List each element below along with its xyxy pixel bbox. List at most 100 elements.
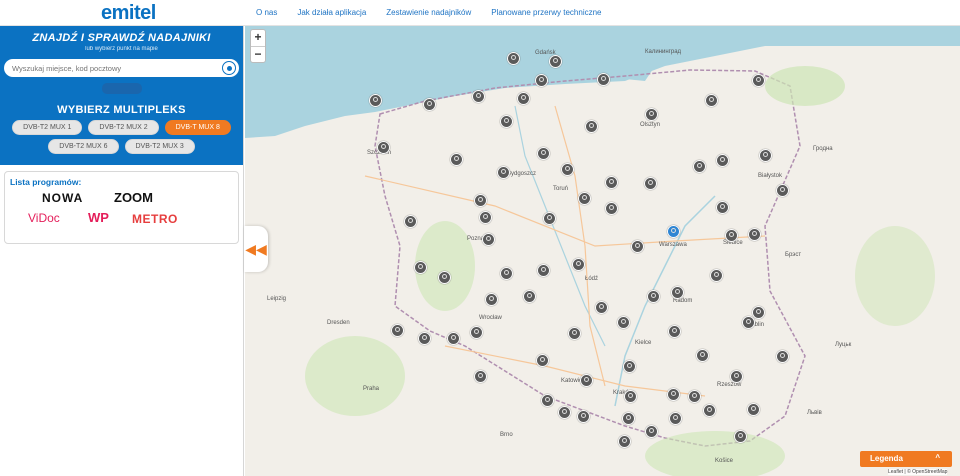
- mux-button-dvbt-mux8[interactable]: DVB-T MUX 8: [164, 120, 231, 135]
- transmitter-marker[interactable]: [595, 301, 608, 314]
- transmitter-marker[interactable]: [716, 201, 729, 214]
- transmitter-marker[interactable]: [377, 141, 390, 154]
- mux-button-dvbt2-mux6[interactable]: DVB-T2 MUX 6: [48, 139, 119, 154]
- transmitter-marker[interactable]: [668, 325, 681, 338]
- search-input[interactable]: [12, 63, 222, 73]
- mux-button-dvbt2-mux2[interactable]: DVB-T2 MUX 2: [88, 120, 159, 135]
- transmitter-marker[interactable]: [580, 374, 593, 387]
- transmitter-marker[interactable]: [742, 316, 755, 329]
- transmitter-marker[interactable]: [693, 160, 706, 173]
- transmitter-marker[interactable]: [423, 98, 436, 111]
- transmitter-marker[interactable]: [776, 184, 789, 197]
- transmitter-marker[interactable]: [725, 229, 738, 242]
- transmitter-marker[interactable]: [617, 316, 630, 329]
- legend-button[interactable]: Legenda ^: [860, 451, 952, 467]
- transmitter-marker[interactable]: [568, 327, 581, 340]
- transmitter-marker[interactable]: [414, 261, 427, 274]
- transmitter-marker[interactable]: [578, 192, 591, 205]
- transmitter-marker[interactable]: [561, 163, 574, 176]
- transmitter-marker[interactable]: [667, 388, 680, 401]
- transmitter-marker[interactable]: [647, 290, 660, 303]
- transmitter-marker[interactable]: [671, 286, 684, 299]
- transmitter-marker[interactable]: [645, 425, 658, 438]
- transmitter-marker[interactable]: [541, 394, 554, 407]
- zoom-in-button[interactable]: +: [251, 30, 265, 46]
- nav-jak-dziala[interactable]: Jak działa aplikacja: [297, 8, 366, 17]
- transmitter-marker[interactable]: [482, 233, 495, 246]
- transmitter-marker[interactable]: [730, 370, 743, 383]
- transmitter-marker[interactable]: [497, 166, 510, 179]
- transmitter-marker[interactable]: [537, 147, 550, 160]
- nav-o-nas[interactable]: O nas: [256, 8, 277, 17]
- transmitter-marker[interactable]: [507, 52, 520, 65]
- transmitter-marker[interactable]: [752, 306, 765, 319]
- transmitter-marker-warszawa[interactable]: [667, 225, 680, 238]
- transmitter-marker[interactable]: [558, 406, 571, 419]
- locate-icon[interactable]: [222, 61, 236, 75]
- transmitter-marker[interactable]: [517, 92, 530, 105]
- transmitter-marker[interactable]: [369, 94, 382, 107]
- transmitter-marker[interactable]: [472, 90, 485, 103]
- transmitter-marker[interactable]: [605, 202, 618, 215]
- transmitter-marker[interactable]: [703, 404, 716, 417]
- transmitter-marker[interactable]: [748, 228, 761, 241]
- zoom-out-button[interactable]: −: [251, 46, 265, 62]
- transmitter-marker[interactable]: [474, 370, 487, 383]
- transmitter-marker[interactable]: [669, 412, 682, 425]
- transmitter-marker[interactable]: [645, 108, 658, 121]
- transmitter-marker[interactable]: [577, 410, 590, 423]
- transmitter-marker[interactable]: [537, 264, 550, 277]
- nav-przerwy[interactable]: Planowane przerwy techniczne: [491, 8, 601, 17]
- transmitter-marker[interactable]: [479, 211, 492, 224]
- metro-logo: METRO: [132, 212, 178, 226]
- transmitter-marker[interactable]: [776, 350, 789, 363]
- transmitter-marker[interactable]: [597, 73, 610, 86]
- transmitter-marker[interactable]: [752, 74, 765, 87]
- transmitter-marker[interactable]: [391, 324, 404, 337]
- transmitter-marker[interactable]: [716, 154, 729, 167]
- transmitter-marker[interactable]: [438, 271, 451, 284]
- transmitter-marker[interactable]: [747, 403, 760, 416]
- transmitter-marker[interactable]: [450, 153, 463, 166]
- nav-zestawienie[interactable]: Zestawienie nadajników: [386, 8, 471, 17]
- emitel-logo[interactable]: emitel: [101, 2, 156, 25]
- transmitter-marker[interactable]: [624, 390, 637, 403]
- transmitter-marker[interactable]: [523, 290, 536, 303]
- search-button[interactable]: [101, 83, 142, 94]
- transmitter-marker[interactable]: [622, 412, 635, 425]
- transmitter-marker[interactable]: [585, 120, 598, 133]
- transmitter-marker[interactable]: [759, 149, 772, 162]
- transmitter-marker[interactable]: [549, 55, 562, 68]
- transmitter-marker[interactable]: [572, 258, 585, 271]
- transmitter-marker[interactable]: [710, 269, 723, 282]
- transmitter-marker[interactable]: [623, 360, 636, 373]
- city-label: Košice: [715, 458, 734, 464]
- transmitter-marker[interactable]: [447, 332, 460, 345]
- transmitter-marker[interactable]: [404, 215, 417, 228]
- transmitter-marker[interactable]: [474, 194, 487, 207]
- transmitter-marker[interactable]: [696, 349, 709, 362]
- mux-button-dvbt2-mux1[interactable]: DVB-T2 MUX 1: [12, 120, 83, 135]
- program-list: Lista programów: NOWA ZOOM ViDoc WP METR…: [4, 171, 239, 244]
- collapse-sidebar-button[interactable]: ◀◀: [244, 226, 268, 272]
- map-attribution[interactable]: Leaflet | © OpenStreetMap: [888, 469, 948, 475]
- transmitter-marker[interactable]: [605, 176, 618, 189]
- city-label: Wrocław: [479, 315, 502, 321]
- transmitter-marker[interactable]: [618, 435, 631, 448]
- transmitter-marker[interactable]: [644, 177, 657, 190]
- transmitter-marker[interactable]: [543, 212, 556, 225]
- transmitter-marker[interactable]: [470, 326, 483, 339]
- transmitter-marker[interactable]: [688, 390, 701, 403]
- transmitter-marker[interactable]: [500, 267, 513, 280]
- mux-button-dvbt2-mux3[interactable]: DVB-T2 MUX 3: [124, 139, 195, 154]
- transmitter-marker[interactable]: [418, 332, 431, 345]
- transmitter-marker[interactable]: [485, 293, 498, 306]
- transmitter-marker[interactable]: [705, 94, 718, 107]
- map[interactable]: + − Gdańsk Калининград Olsztyn Białystok…: [245, 26, 960, 476]
- transmitter-marker[interactable]: [536, 354, 549, 367]
- transmitter-marker[interactable]: [631, 240, 644, 253]
- city-label: Białystok: [758, 173, 783, 179]
- transmitter-marker[interactable]: [535, 74, 548, 87]
- transmitter-marker[interactable]: [500, 115, 513, 128]
- transmitter-marker[interactable]: [734, 430, 747, 443]
